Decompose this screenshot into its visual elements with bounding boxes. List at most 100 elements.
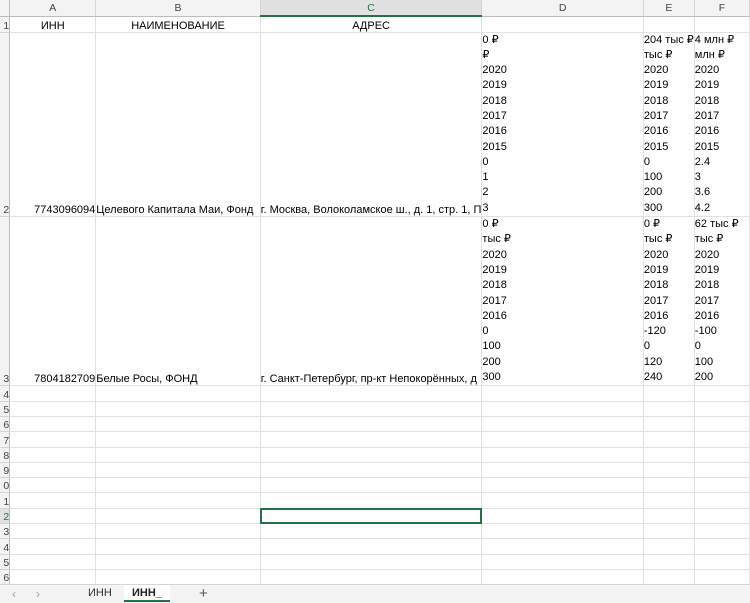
row-header[interactable]: 3: [0, 523, 11, 540]
cell-header-d[interactable]: [481, 16, 644, 33]
column-header-c[interactable]: C: [260, 0, 483, 17]
row-header[interactable]: 4: [0, 385, 11, 402]
cell-header-f[interactable]: [694, 16, 750, 33]
empty-cell[interactable]: [260, 401, 483, 417]
empty-cell[interactable]: [9, 538, 97, 555]
empty-cell[interactable]: [643, 554, 695, 570]
cell-d[interactable]: 0 ₽ тыс ₽ 2020 2019 2018 2017 2016 0 100 200 300: [481, 216, 644, 387]
empty-cell[interactable]: [694, 447, 750, 463]
row-header[interactable]: 2: [0, 508, 11, 525]
empty-cell[interactable]: [95, 431, 261, 448]
empty-cell[interactable]: [481, 554, 644, 570]
empty-cell[interactable]: [95, 462, 261, 479]
empty-cell[interactable]: [9, 447, 97, 463]
tab-prev-icon[interactable]: ‹: [12, 587, 16, 601]
empty-cell[interactable]: [9, 385, 97, 402]
empty-cell[interactable]: [260, 569, 483, 584]
cell-name[interactable]: Белые Росы, ФОНД: [95, 216, 261, 387]
empty-cell[interactable]: [260, 554, 483, 570]
empty-cell[interactable]: [481, 431, 644, 448]
empty-cell[interactable]: [9, 554, 97, 570]
row-header[interactable]: 9: [0, 462, 11, 479]
row-header[interactable]: 2: [0, 32, 11, 218]
cell-header-name[interactable]: НАИМЕНОВАНИЕ: [95, 16, 261, 33]
empty-cell[interactable]: [95, 554, 261, 570]
tab-next-icon[interactable]: ›: [36, 587, 40, 601]
empty-cell[interactable]: [643, 523, 695, 540]
empty-cell[interactable]: [481, 523, 644, 540]
cell-e[interactable]: 204 тыс ₽ тыс ₽ 2020 2019 2018 2017 2016 2015 0 1…: [643, 32, 695, 218]
empty-cell[interactable]: [9, 508, 97, 525]
empty-cell[interactable]: [694, 401, 750, 417]
empty-cell[interactable]: [260, 462, 483, 479]
empty-cell[interactable]: [260, 416, 483, 433]
row-header[interactable]: 4: [0, 538, 11, 555]
empty-cell[interactable]: [694, 492, 750, 509]
empty-cell[interactable]: [260, 385, 483, 402]
empty-cell[interactable]: [9, 462, 97, 479]
column-header-f[interactable]: F: [694, 0, 750, 17]
cell-f[interactable]: 62 тыс ₽ тыс ₽ 2020 2019 2018 2017 2016 -100 0 10…: [694, 216, 750, 387]
cell-inn[interactable]: 7804182709: [9, 216, 97, 387]
empty-cell[interactable]: [694, 523, 750, 540]
empty-cell[interactable]: [481, 401, 644, 417]
row-header[interactable]: 6: [0, 416, 11, 433]
cell-inn[interactable]: 7743096094: [9, 32, 97, 218]
row-header[interactable]: 6: [0, 569, 11, 584]
column-header-a[interactable]: A: [9, 0, 97, 17]
empty-cell[interactable]: [95, 385, 261, 402]
row-header[interactable]: 1: [0, 492, 11, 509]
cell-d[interactable]: 0 ₽ ₽2020 2019 2018 2017 2016 2015 0 1 2 3: [481, 32, 644, 218]
empty-cell[interactable]: [95, 492, 261, 509]
empty-cell[interactable]: [481, 462, 644, 479]
empty-cell[interactable]: [643, 431, 695, 448]
empty-cell[interactable]: [95, 523, 261, 540]
empty-cell[interactable]: [95, 416, 261, 433]
empty-cell[interactable]: [260, 477, 483, 494]
add-sheet-icon[interactable]: +: [199, 585, 208, 602]
row-header[interactable]: 5: [0, 554, 11, 570]
cell-address[interactable]: г. Санкт-Петербург, пр-кт Непокорённых, …: [260, 216, 483, 387]
row-header[interactable]: 5: [0, 401, 11, 417]
column-header-d[interactable]: D: [481, 0, 644, 17]
empty-cell[interactable]: [643, 538, 695, 555]
empty-cell[interactable]: [694, 385, 750, 402]
empty-cell[interactable]: [643, 385, 695, 402]
empty-cell[interactable]: [694, 431, 750, 448]
empty-cell[interactable]: [9, 416, 97, 433]
empty-cell[interactable]: [481, 569, 644, 584]
empty-cell[interactable]: [95, 477, 261, 494]
empty-cell[interactable]: [481, 508, 644, 525]
empty-cell[interactable]: [9, 477, 97, 494]
row-header[interactable]: 1: [0, 16, 11, 33]
empty-cell[interactable]: [694, 569, 750, 584]
empty-cell[interactable]: [643, 492, 695, 509]
empty-cell[interactable]: [694, 538, 750, 555]
empty-cell[interactable]: [95, 538, 261, 555]
row-header[interactable]: 3: [0, 216, 11, 387]
empty-cell[interactable]: [694, 416, 750, 433]
empty-cell[interactable]: [260, 447, 483, 463]
empty-cell[interactable]: [9, 431, 97, 448]
select-all-corner[interactable]: [0, 0, 11, 17]
cell-header-address[interactable]: АДРЕС: [260, 16, 483, 33]
empty-cell[interactable]: [694, 508, 750, 525]
row-header[interactable]: 7: [0, 431, 11, 448]
empty-cell[interactable]: [95, 508, 261, 525]
empty-cell[interactable]: [260, 431, 483, 448]
empty-cell[interactable]: [95, 569, 261, 584]
empty-cell[interactable]: [643, 447, 695, 463]
empty-cell[interactable]: [9, 523, 97, 540]
empty-cell[interactable]: [481, 477, 644, 494]
cell-name[interactable]: Целевого Капитала Маи, Фонд: [95, 32, 261, 218]
column-header-e[interactable]: E: [643, 0, 695, 17]
empty-cell[interactable]: [643, 462, 695, 479]
empty-cell[interactable]: [694, 462, 750, 479]
empty-cell[interactable]: [481, 385, 644, 402]
empty-cell[interactable]: [260, 523, 483, 540]
row-header[interactable]: 0: [0, 477, 11, 494]
empty-cell[interactable]: [9, 401, 97, 417]
cell-f[interactable]: 4 млн ₽ млн ₽ 2020 2019 2018 2017 2016 2015 2.4 3…: [694, 32, 750, 218]
empty-cell[interactable]: [643, 477, 695, 494]
empty-cell[interactable]: [694, 554, 750, 570]
